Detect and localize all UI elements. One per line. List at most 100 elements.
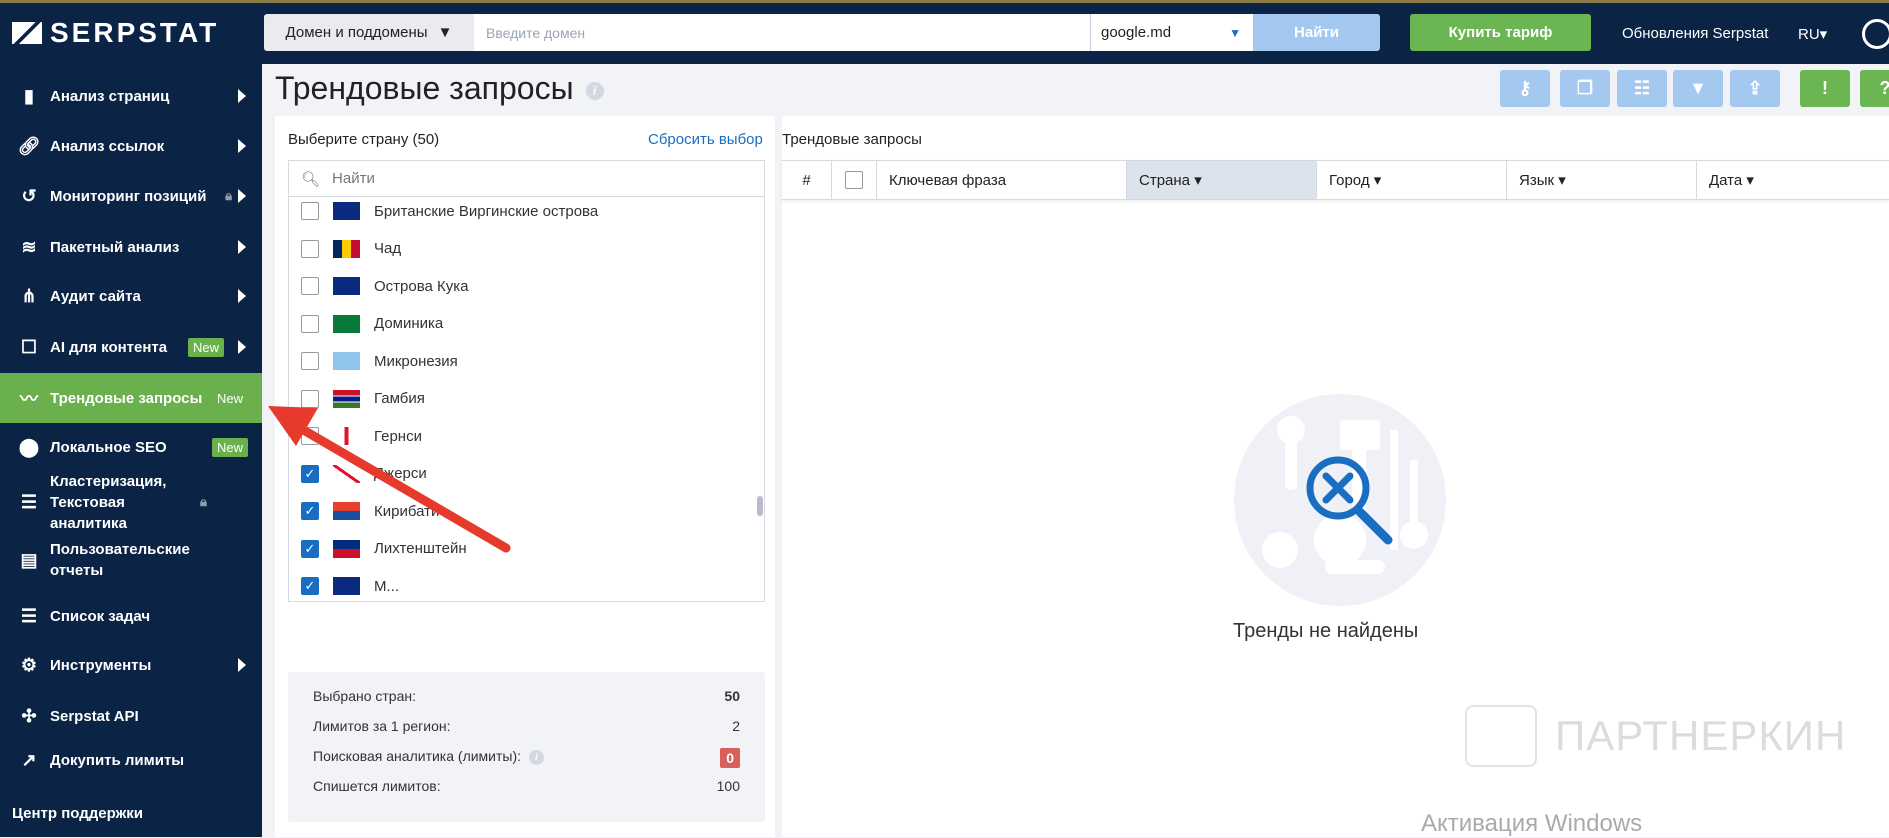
sidebar-item-label: Локальное SEO <box>50 437 212 458</box>
country-checkbox[interactable] <box>301 390 319 408</box>
sidebar: ▮Анализ страниц🔗︎Анализ ссылок↺Мониторин… <box>0 64 262 837</box>
country-checkbox[interactable] <box>301 202 319 220</box>
select-all-checkbox[interactable] <box>845 171 863 189</box>
country-item[interactable]: Микронезия <box>289 343 458 380</box>
sidebar-item-label: Пакетный анализ <box>50 237 238 258</box>
country-item[interactable]: ✓Джерси <box>289 455 427 492</box>
country-checkbox[interactable]: ✓ <box>301 540 319 558</box>
country-name: Микронезия <box>374 353 458 370</box>
help-button[interactable]: ? <box>1860 70 1889 107</box>
country-checkbox[interactable]: ✓ <box>301 502 319 520</box>
col-language[interactable]: Язык ▾ <box>1507 161 1697 199</box>
col-city[interactable]: Город ▾ <box>1317 161 1507 199</box>
filter-button[interactable]: ▼ <box>1673 70 1723 107</box>
sidebar-item[interactable]: ⚙Инструменты <box>0 640 262 690</box>
chevron-right-icon <box>238 89 246 103</box>
sidebar-item-label: Инструменты <box>50 655 238 676</box>
country-checkbox[interactable] <box>301 240 319 258</box>
summary-label: Поисковая аналитика (лимиты): i <box>313 748 544 768</box>
col-select-all[interactable] <box>832 161 877 199</box>
col-country[interactable]: Страна ▾ <box>1127 161 1317 199</box>
country-item[interactable]: Острова Кука <box>289 268 469 305</box>
scrollbar[interactable] <box>757 496 763 516</box>
support-center-link[interactable]: Центр поддержки <box>12 805 143 822</box>
country-checkbox[interactable]: ✓ <box>301 465 319 483</box>
sidebar-item[interactable]: ⋔Аудит сайта <box>0 271 262 321</box>
find-button[interactable]: Найти <box>1253 14 1380 51</box>
info-icon[interactable]: i <box>586 82 604 100</box>
country-name: Гернси <box>374 428 422 445</box>
country-item[interactable]: ✓Кирибати <box>289 493 439 530</box>
sidebar-item-label: Анализ ссылок <box>50 136 238 157</box>
sidebar-item[interactable]: 🔗︎Анализ ссылок <box>0 121 262 171</box>
new-badge: New <box>212 389 248 408</box>
country-item[interactable]: Британские Виргинские острова <box>289 193 598 230</box>
history-icon: ↺ <box>15 186 43 207</box>
page-title-text: Трендовые запросы <box>275 70 574 106</box>
summary-value: 100 <box>717 778 740 794</box>
country-item[interactable]: Гамбия <box>289 380 425 417</box>
sort-icon: ▾ <box>1558 171 1566 189</box>
country-item[interactable]: Гернси <box>289 418 422 455</box>
sidebar-item[interactable]: ✣Serpstat API <box>0 691 262 741</box>
flag-icon <box>333 502 360 520</box>
trend-icon: 〰 <box>15 385 43 411</box>
feedback-button[interactable]: ! <box>1800 70 1850 107</box>
chevron-down-icon: ▼ <box>438 24 453 41</box>
country-item[interactable]: ✓ Лихтенштейн <box>289 530 467 567</box>
sidebar-item[interactable]: ▮Анализ страниц <box>0 71 262 121</box>
country-list[interactable]: 🔍︎Найти Британская территорияБританские … <box>288 160 765 602</box>
new-badge: New <box>212 438 248 457</box>
country-checkbox[interactable] <box>301 277 319 295</box>
flag-icon <box>333 390 360 408</box>
logo[interactable]: SERPSTAT <box>12 17 219 49</box>
columns-button[interactable]: ☷ <box>1617 70 1667 107</box>
country-item[interactable]: ✓М... <box>289 568 399 603</box>
sidebar-item[interactable]: ≋Пакетный анализ <box>0 222 262 272</box>
col-date[interactable]: Дата ▾ <box>1697 161 1889 199</box>
feedback-icon: ! <box>1822 78 1828 99</box>
sidebar-item-label: Докупить лимиты <box>50 750 238 771</box>
reset-selection-link[interactable]: Сбросить выбор <box>648 131 763 148</box>
sidebar-item[interactable]: 〰 Трендовые запросыNew <box>0 373 262 423</box>
updates-link[interactable]: Обновления Serpstat <box>1622 25 1768 42</box>
country-checkbox[interactable]: ✓ <box>301 577 319 595</box>
flag-icon <box>333 427 360 445</box>
help-icon: ? <box>1880 78 1889 99</box>
chevron-right-icon <box>238 340 246 354</box>
sidebar-item-label: Трендовые запросы <box>50 388 212 409</box>
sidebar-item[interactable]: ☐AI для контентаNew <box>0 322 262 372</box>
sidebar-item[interactable]: ⬤Локальное SEONew <box>0 422 262 472</box>
sidebar-item-label: Список задач <box>50 606 238 627</box>
country-checkbox[interactable] <box>301 315 319 333</box>
col-keyword[interactable]: Ключевая фраза <box>877 161 1127 199</box>
search-engine-select[interactable]: google.md▼ <box>1090 14 1253 51</box>
sidebar-item[interactable]: ☰Список задач <box>0 591 262 641</box>
summary-label: Спишется лимитов: <box>313 778 441 794</box>
country-search[interactable]: 🔍︎Найти <box>289 161 764 197</box>
sidebar-item[interactable]: ▤Пользовательские отчеты <box>0 535 262 585</box>
country-name: Лихтенштейн <box>374 540 467 557</box>
country-checkbox[interactable] <box>301 427 319 445</box>
sidebar-item-label: Пользовательские отчеты <box>50 539 200 581</box>
copy-button[interactable]: ❐ <box>1560 70 1610 107</box>
domain-input[interactable] <box>474 14 1090 51</box>
lock-icon: 🔒︎ <box>200 494 207 510</box>
summary-label: Лимитов за 1 регион: <box>313 718 451 734</box>
sidebar-item[interactable]: ↗Докупить лимиты <box>0 735 262 785</box>
country-checkbox[interactable] <box>301 352 319 370</box>
country-item[interactable]: Чад <box>289 230 401 267</box>
search-scope-select[interactable]: Домен и поддомены▼ <box>264 14 474 51</box>
buy-plan-button[interactable]: Купить тариф <box>1410 14 1591 51</box>
sidebar-item[interactable]: ☰Кластеризация, Текстовая аналитика🔒︎ <box>0 477 262 527</box>
keywords-button[interactable]: ⚷ <box>1500 70 1550 107</box>
country-name: Острова Кука <box>374 278 469 295</box>
sidebar-item[interactable]: ↺Мониторинг позиций🔒︎ <box>0 171 262 221</box>
country-item[interactable]: Доминика <box>289 305 443 342</box>
user-avatar-icon[interactable] <box>1862 19 1889 49</box>
info-icon[interactable]: i <box>529 750 544 765</box>
country-name: Доминика <box>374 315 443 332</box>
export-button[interactable]: ⇪ <box>1730 70 1780 107</box>
country-name: Чад <box>374 240 401 257</box>
language-select[interactable]: RU▾ <box>1798 25 1827 43</box>
